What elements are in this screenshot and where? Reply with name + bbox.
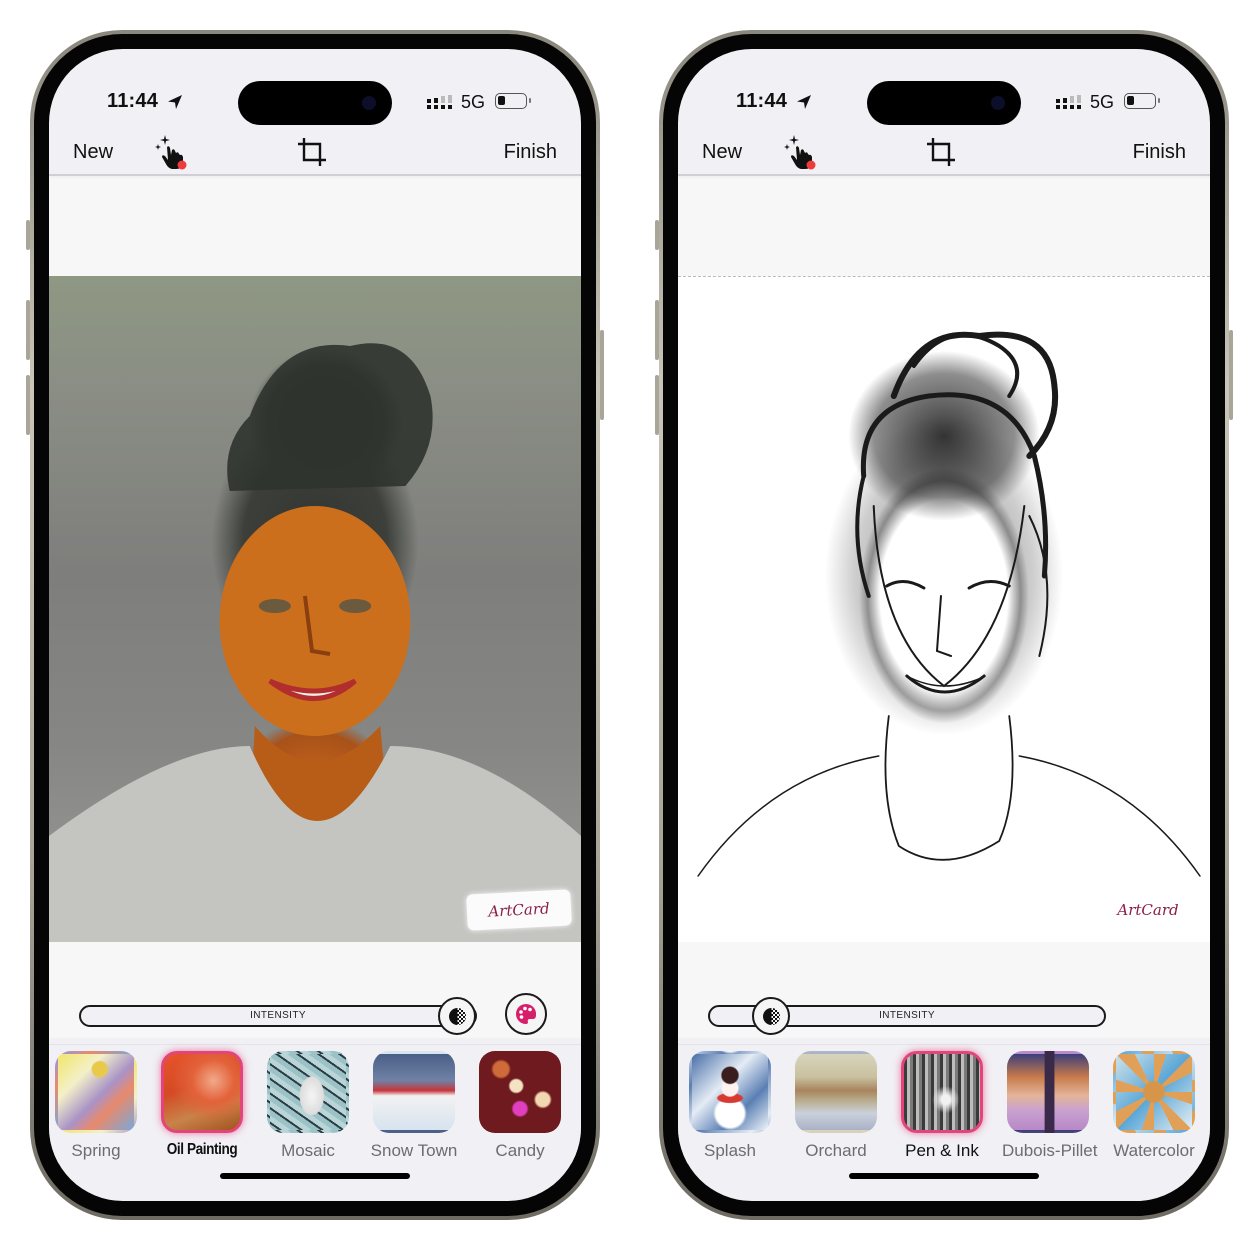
canvas-padding-top bbox=[49, 178, 581, 276]
filter-label: Spring bbox=[71, 1141, 121, 1160]
filter-label: Watercolor bbox=[1113, 1141, 1195, 1160]
orchard-thumbnail bbox=[795, 1051, 877, 1133]
crop-icon[interactable] bbox=[297, 137, 327, 167]
new-button[interactable]: New bbox=[73, 141, 113, 164]
status-bar: 11:44 5G bbox=[49, 49, 581, 125]
filter-label: Pen & Ink bbox=[905, 1141, 979, 1160]
finish-button[interactable]: Finish bbox=[1133, 141, 1186, 164]
intensity-slider-knob[interactable] bbox=[438, 997, 476, 1035]
filter-spring[interactable]: Spring bbox=[50, 1051, 142, 1161]
mosaic-thumbnail bbox=[267, 1051, 349, 1133]
candy-thumbnail bbox=[479, 1051, 561, 1133]
front-camera bbox=[991, 96, 1005, 110]
filter-label: Snow Town bbox=[370, 1141, 458, 1160]
watercolor-thumbnail bbox=[1113, 1051, 1195, 1133]
filter-dubois-pillet[interactable]: Dubois-Pillet bbox=[1002, 1051, 1098, 1161]
intensity-slider-knob[interactable] bbox=[752, 997, 790, 1035]
battery-icon bbox=[1124, 93, 1160, 109]
artcard-watermark: ArtCard bbox=[1117, 901, 1179, 919]
screen: 11:44 5G New Finish ArtCard INTENSITY Sp… bbox=[678, 49, 1210, 1201]
filter-candy[interactable]: Candy bbox=[474, 1051, 566, 1161]
contrast-icon bbox=[763, 1008, 780, 1025]
contrast-icon bbox=[449, 1008, 466, 1025]
finish-button[interactable]: Finish bbox=[504, 141, 557, 164]
edited-photo[interactable]: ArtCard bbox=[49, 276, 581, 942]
status-bar: 11:44 5G bbox=[678, 49, 1210, 125]
portrait-pen-and-ink bbox=[697, 331, 1201, 877]
bezel: 11:44 5G New Finish ArtCard INTENSITY Sp… bbox=[34, 34, 596, 1216]
phone-left: 11:44 5G New Finish ArtCard INTENSITY Sp… bbox=[26, 30, 604, 1220]
filter-strip: Splash Orchard Pen & Ink Dubois-Pillet W… bbox=[678, 1044, 1210, 1164]
intensity-label: INTENSITY bbox=[250, 1010, 306, 1021]
oil-painting-thumbnail bbox=[161, 1051, 243, 1133]
screen: 11:44 5G New Finish ArtCard INTENSITY Sp… bbox=[49, 49, 581, 1201]
home-indicator[interactable] bbox=[220, 1173, 410, 1179]
cellular-signal-icon bbox=[427, 95, 452, 109]
filter-splash[interactable]: Splash bbox=[684, 1051, 776, 1161]
filter-label: Splash bbox=[704, 1141, 756, 1160]
phone-right: 11:44 5G New Finish ArtCard INTENSITY Sp… bbox=[655, 30, 1233, 1220]
filter-watercolor[interactable]: Watercolor bbox=[1108, 1051, 1200, 1161]
side-button bbox=[1229, 330, 1233, 420]
splash-thumbnail bbox=[689, 1051, 771, 1133]
edited-photo[interactable]: ArtCard bbox=[678, 276, 1210, 942]
toolbar: New Finish bbox=[49, 119, 581, 176]
toolbar: New Finish bbox=[678, 119, 1210, 176]
volume-down-button bbox=[655, 375, 659, 435]
filter-label: Mosaic bbox=[281, 1141, 335, 1160]
volume-up-button bbox=[655, 300, 659, 360]
filter-orchard[interactable]: Orchard bbox=[790, 1051, 882, 1161]
crop-icon[interactable] bbox=[926, 137, 956, 167]
dubois-pillet-thumbnail bbox=[1007, 1051, 1089, 1133]
cellular-signal-icon bbox=[1056, 95, 1081, 109]
network-type: 5G bbox=[461, 92, 486, 112]
filter-strip: Spring Oil Painting Mosaic Snow Town Can… bbox=[49, 1044, 581, 1164]
front-camera bbox=[362, 96, 376, 110]
action-button bbox=[26, 220, 30, 250]
magic-touch-icon[interactable] bbox=[155, 133, 189, 171]
filter-label: Orchard bbox=[805, 1141, 867, 1160]
canvas-padding-top bbox=[678, 178, 1210, 276]
filter-mosaic[interactable]: Mosaic bbox=[262, 1051, 354, 1161]
magic-touch-icon[interactable] bbox=[784, 133, 818, 171]
home-indicator[interactable] bbox=[849, 1173, 1039, 1179]
portrait-oil-painting bbox=[49, 343, 581, 942]
filter-label: Oil Painting bbox=[166, 1141, 238, 1158]
filter-label: Dubois-Pillet bbox=[1002, 1141, 1098, 1160]
status-time: 11:44 bbox=[107, 90, 159, 112]
spring-thumbnail bbox=[55, 1051, 137, 1133]
artcard-watermark: ArtCard bbox=[466, 889, 572, 931]
filter-snow-town[interactable]: Snow Town bbox=[368, 1051, 460, 1161]
snow-town-thumbnail bbox=[373, 1051, 455, 1133]
filter-pen-and-ink[interactable]: Pen & Ink bbox=[896, 1051, 988, 1161]
volume-up-button bbox=[26, 300, 30, 360]
side-button bbox=[600, 330, 604, 420]
volume-down-button bbox=[26, 375, 30, 435]
palette-button[interactable] bbox=[505, 993, 547, 1035]
location-arrow-icon bbox=[168, 95, 182, 109]
battery-icon bbox=[495, 93, 531, 109]
new-button[interactable]: New bbox=[702, 141, 742, 164]
bezel: 11:44 5G New Finish ArtCard INTENSITY Sp… bbox=[663, 34, 1225, 1216]
action-button bbox=[655, 220, 659, 250]
filter-oil-painting[interactable]: Oil Painting bbox=[156, 1051, 248, 1159]
network-type: 5G bbox=[1090, 92, 1115, 112]
intensity-slider[interactable]: INTENSITY bbox=[79, 997, 477, 1035]
filter-label: Candy bbox=[495, 1141, 545, 1160]
status-time: 11:44 bbox=[736, 90, 788, 112]
intensity-slider[interactable]: INTENSITY bbox=[708, 997, 1106, 1035]
location-arrow-icon bbox=[797, 95, 811, 109]
pen-and-ink-thumbnail bbox=[901, 1051, 983, 1133]
palette-icon bbox=[516, 1003, 537, 1024]
